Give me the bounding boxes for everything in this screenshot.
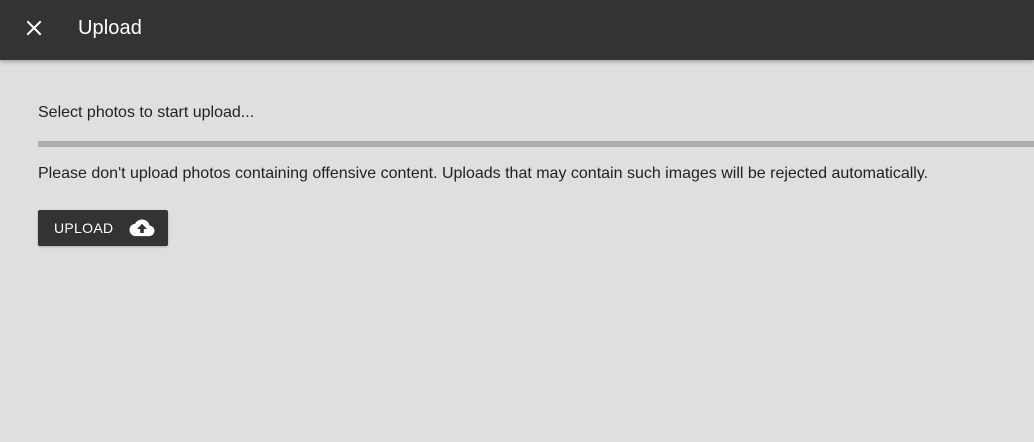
upload-progress-bar bbox=[38, 141, 1034, 147]
upload-button-label: UPLOAD bbox=[54, 220, 114, 236]
upload-status-text: Select photos to start upload... bbox=[38, 104, 255, 121]
content-policy-notice: Please don't upload photos containing of… bbox=[38, 165, 929, 182]
page-title: Upload bbox=[78, 17, 142, 39]
cloud-upload-icon bbox=[129, 218, 155, 238]
close-button[interactable] bbox=[18, 12, 50, 44]
app-toolbar: Upload bbox=[0, 0, 1034, 60]
upload-panel: Select photos to start upload... Please … bbox=[0, 60, 1034, 442]
upload-button[interactable]: UPLOAD bbox=[38, 210, 168, 246]
close-icon bbox=[26, 20, 42, 36]
